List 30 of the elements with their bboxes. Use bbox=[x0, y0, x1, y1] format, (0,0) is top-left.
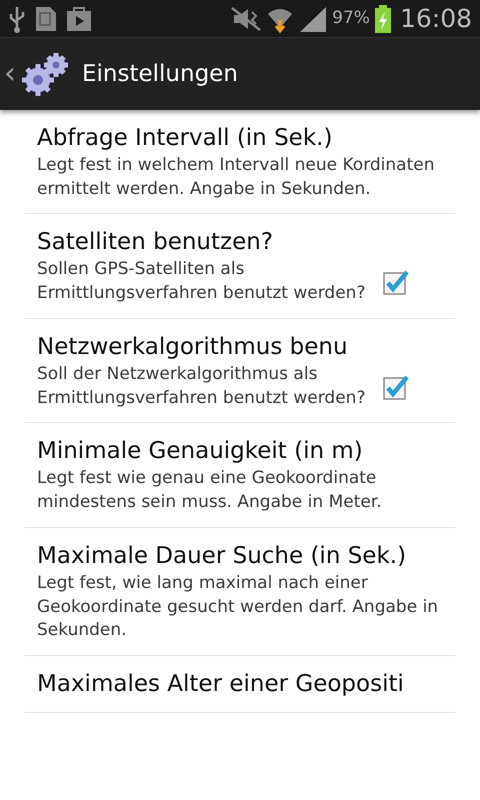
preference-item[interactable]: Netzwerkalgorithmus benu Soll der Netzwerkalgorithmus als Ermittlungsverfahren benutzt werden? bbox=[24, 318, 456, 424]
preference-item[interactable]: Abfrage Intervall (in Sek.) Legt fest in welchem Intervall neue Kordinaten ermittelt werden. Angabe in Sekunden. bbox=[24, 110, 456, 214]
preference-summary: Legt fest wie genau eine Geokoordinate mindestens sein muss. Angabe in Meter. bbox=[37, 467, 383, 514]
preference-title: Minimale Genauigkeit (in m) bbox=[37, 437, 364, 466]
preference-item[interactable]: Minimale Genauigkeit (in m) Legt fest wie genau eine Geokoordinate mindestens sein muss. Angabe in Meter. bbox=[24, 423, 456, 528]
preference-item[interactable]: Maximale Dauer Suche (in Sek.) Legt fest, wie lang maximal nach einer Geokoordinate gesucht werden darf. Angabe in Sekunden. bbox=[24, 528, 456, 656]
gears-icon bbox=[20, 51, 70, 97]
preference-summary: Legt fest in welchem Intervall neue Kordinaten ermittelt werden. Angabe in Sekunden. bbox=[37, 154, 436, 201]
battery-charging-icon bbox=[374, 4, 392, 34]
checkbox[interactable] bbox=[383, 269, 409, 296]
screen-title: Einstellungen bbox=[82, 60, 238, 89]
preference-title: Netzwerkalgorithmus benu bbox=[37, 332, 349, 362]
preference-title: Maximale Dauer Suche (in Sek.) bbox=[37, 542, 408, 571]
back-icon[interactable]: ‹ bbox=[4, 59, 16, 89]
preference-summary: Sollen GPS-Satelliten als Ermittlungsverfahren benutzt werden? bbox=[37, 258, 366, 306]
preference-title: Satelliten benutzen? bbox=[37, 228, 274, 258]
preference-summary: Legt fest, wie lang maximal nach einer Geokoordinate gesucht werden darf. Angabe in Sekunden. bbox=[37, 572, 440, 642]
checkbox[interactable] bbox=[383, 374, 409, 400]
signal-icon bbox=[298, 4, 328, 32]
mute-icon bbox=[230, 6, 262, 32]
preference-summary: Soll der Netzwerkalgorithmus als Ermittlungsverfahren benutzt werden? bbox=[37, 362, 366, 410]
sd-card-icon bbox=[34, 4, 58, 32]
play-store-icon bbox=[66, 6, 92, 32]
status-time: 16:08 bbox=[400, 2, 472, 35]
preference-title: Maximales Alter einer Geopositi bbox=[37, 670, 405, 700]
preference-item[interactable]: Satelliten benutzen? Sollen GPS-Satelliten als Ermittlungsverfahren benutzt werden? bbox=[24, 214, 456, 319]
battery-percent: 97% bbox=[332, 6, 370, 30]
usb-icon bbox=[8, 4, 26, 32]
preference-item[interactable]: Maximales Alter einer Geopositi bbox=[24, 656, 456, 714]
preference-title: Abfrage Intervall (in Sek.) bbox=[37, 124, 334, 153]
